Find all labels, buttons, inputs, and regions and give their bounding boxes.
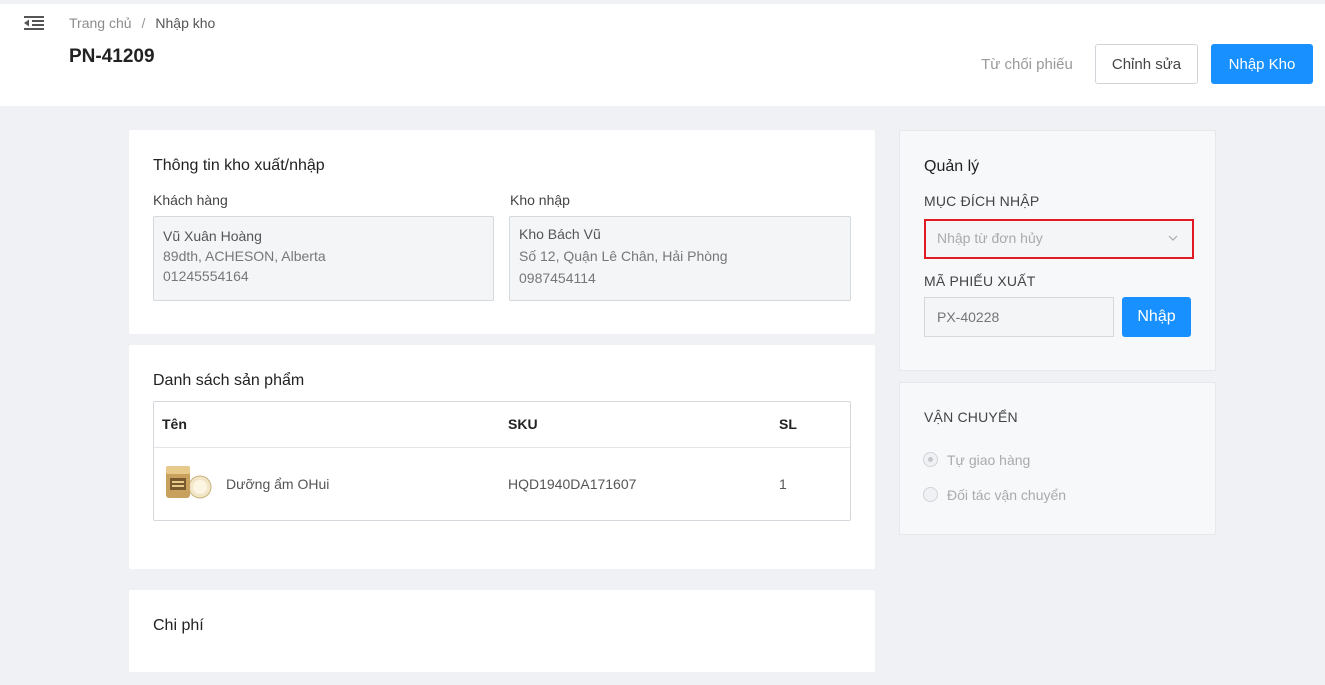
costs-card: Chi phí <box>129 590 875 672</box>
product-qty: 1 <box>779 476 787 492</box>
shipping-card: VẬN CHUYỂN Tự giao hàng Đối tác vận chuy… <box>899 382 1216 535</box>
radio-checked-icon[interactable] <box>923 452 938 467</box>
shipping-option-label: Đối tác vận chuyển <box>947 487 1067 503</box>
breadcrumb-separator: / <box>141 15 146 31</box>
customer-info-box: Vũ Xuân Hoàng 89dth, ACHESON, Alberta 01… <box>153 216 494 301</box>
export-code-label: MÃ PHIẾU XUẤT <box>924 273 1036 289</box>
warehouse-phone: 0987454114 <box>519 270 596 286</box>
product-list-card: Danh sách sản phẩm Tên SKU SL Dưỡng ẩm O… <box>129 345 875 569</box>
page-title: PN-41209 <box>69 46 155 67</box>
warehouse-info-title: Thông tin kho xuất/nhập <box>153 157 325 174</box>
product-sku: HQD1940DA171607 <box>508 476 637 492</box>
costs-title: Chi phí <box>153 617 204 634</box>
warehouse-info-box: Kho Bách Vũ Số 12, Quận Lê Chân, Hải Phò… <box>509 216 851 301</box>
purpose-label: MỤC ĐÍCH NHẬP <box>924 193 1040 209</box>
management-title: Quản lý <box>924 158 980 175</box>
breadcrumb: Trang chủ / Nhập kho <box>69 15 215 31</box>
column-header-name: Tên <box>162 416 187 432</box>
customer-name: Vũ Xuân Hoàng <box>163 228 262 244</box>
shipping-option-label: Tự giao hàng <box>947 452 1031 468</box>
customer-phone: 01245554164 <box>163 268 249 284</box>
reject-button[interactable]: Từ chối phiếu <box>966 45 1088 83</box>
breadcrumb-home[interactable]: Trang chủ <box>69 15 132 31</box>
breadcrumb-current: Nhập kho <box>155 15 216 31</box>
column-header-qty: SL <box>779 416 797 432</box>
customer-address: 89dth, ACHESON, Alberta <box>163 248 326 264</box>
purpose-selected-value: Nhập từ đơn hủy <box>937 230 1043 246</box>
warehouse-info-card: Thông tin kho xuất/nhập Khách hàng Kho n… <box>129 130 875 334</box>
chevron-down-icon <box>1168 235 1178 241</box>
product-table: Tên SKU SL Dưỡng ẩm OHui HQD1940DA171607… <box>153 401 851 521</box>
menu-collapse-icon[interactable] <box>24 15 44 31</box>
product-list-title: Danh sách sản phẩm <box>153 372 305 389</box>
management-card: Quản lý MỤC ĐÍCH NHẬP Nhập từ đơn hủy MÃ… <box>899 130 1216 371</box>
radio-unchecked-icon[interactable] <box>923 487 938 502</box>
warehouse-name: Kho Bách Vũ <box>519 226 601 242</box>
warehouse-address: Số 12, Quận Lê Chân, Hải Phòng <box>519 248 728 264</box>
column-header-sku: SKU <box>508 416 538 432</box>
edit-button[interactable]: Chỉnh sửa <box>1095 44 1198 84</box>
page-header: Trang chủ / Nhập kho PN-41209 Từ chối phiế… <box>0 4 1325 106</box>
warehouse-label: Kho nhập <box>510 192 570 208</box>
product-name[interactable]: Dưỡng ẩm OHui <box>226 448 329 520</box>
shipping-title: VẬN CHUYỂN <box>924 409 1018 425</box>
import-warehouse-button[interactable]: Nhập Kho <box>1211 44 1313 84</box>
purpose-select[interactable]: Nhập từ đơn hủy <box>924 219 1194 259</box>
product-thumbnail-image <box>166 466 212 499</box>
customer-label: Khách hàng <box>153 192 228 208</box>
export-code-input[interactable] <box>924 297 1114 337</box>
import-code-button[interactable]: Nhập <box>1122 297 1191 337</box>
